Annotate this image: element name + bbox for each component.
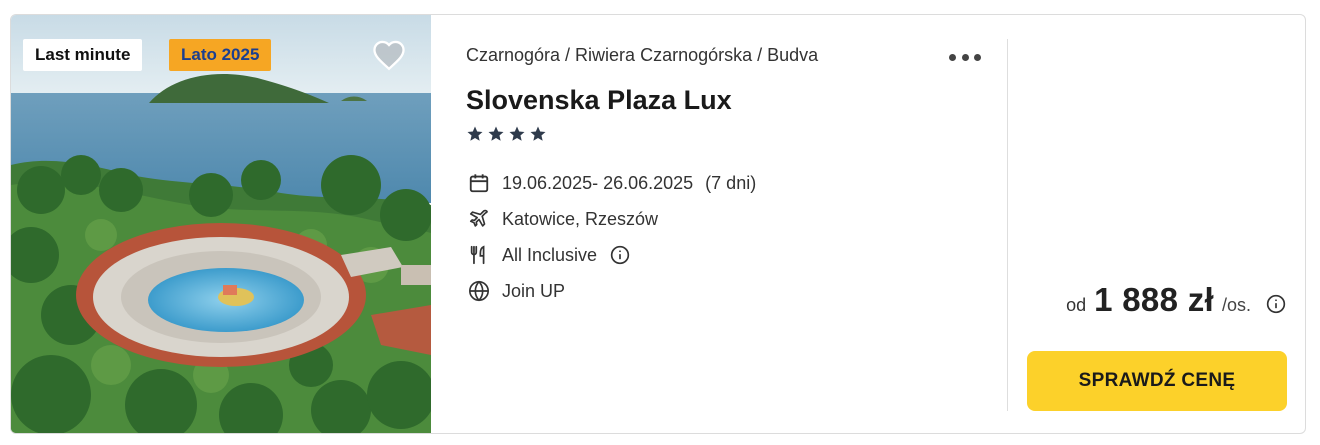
price-amount: 1 888 zł <box>1094 281 1214 318</box>
hotel-rating <box>466 125 547 143</box>
star-icon <box>530 126 546 141</box>
location-breadcrumb: Czarnogóra / Riwiera Czarnogórska / Budv… <box>466 45 819 65</box>
dates-row: 19.06.2025- 26.06.2025 (7 dni) <box>466 165 756 201</box>
trip-duration: (7 dni) <box>705 172 757 193</box>
check-price-button[interactable]: SPRAWDŹ CENĘ <box>1027 351 1287 411</box>
hotel-name[interactable]: Slovenska Plaza Lux <box>466 85 732 116</box>
more-dots-icon <box>961 53 969 61</box>
price-block: od 1 888 zł /os. <box>1066 281 1287 319</box>
star-icon <box>467 126 483 141</box>
info-icon[interactable] <box>609 244 631 266</box>
last-minute-badge: Last minute <box>23 39 143 71</box>
price-info-icon[interactable] <box>1265 293 1287 315</box>
calendar-icon <box>466 170 492 196</box>
hotel-photo[interactable]: Last minute Lato 2025 <box>11 15 431 433</box>
globe-icon <box>466 278 492 304</box>
star-icon <box>488 126 504 141</box>
more-options-button[interactable] <box>949 45 981 69</box>
departure-row: Katowice, Rzeszów <box>466 201 756 237</box>
cutlery-icon <box>466 242 492 268</box>
heart-icon <box>373 40 405 71</box>
hotel-photo-image <box>11 15 431 433</box>
operator-row: Join UP <box>466 273 756 309</box>
travel-dates: 19.06.2025- 26.06.2025 <box>502 172 694 193</box>
price-prefix: od <box>1066 295 1087 315</box>
tour-operator: Join UP <box>502 280 566 301</box>
season-badge: Lato 2025 <box>169 39 272 71</box>
star-icon <box>509 126 525 141</box>
more-dots-icon <box>974 53 981 61</box>
favorite-button[interactable] <box>369 37 409 73</box>
divider <box>1007 39 1008 411</box>
board-type: All Inclusive <box>502 244 598 265</box>
more-dots-icon <box>949 53 956 61</box>
offer-card[interactable]: Last minute Lato 2025 Czarnogóra / Riwie… <box>10 14 1306 434</box>
board-row: All Inclusive <box>466 237 756 273</box>
departure-airports: Katowice, Rzeszów <box>502 208 659 229</box>
price-unit: /os. <box>1221 295 1251 315</box>
offer-info: Czarnogóra / Riwiera Czarnogórska / Budv… <box>466 15 996 433</box>
plane-icon <box>466 206 492 232</box>
